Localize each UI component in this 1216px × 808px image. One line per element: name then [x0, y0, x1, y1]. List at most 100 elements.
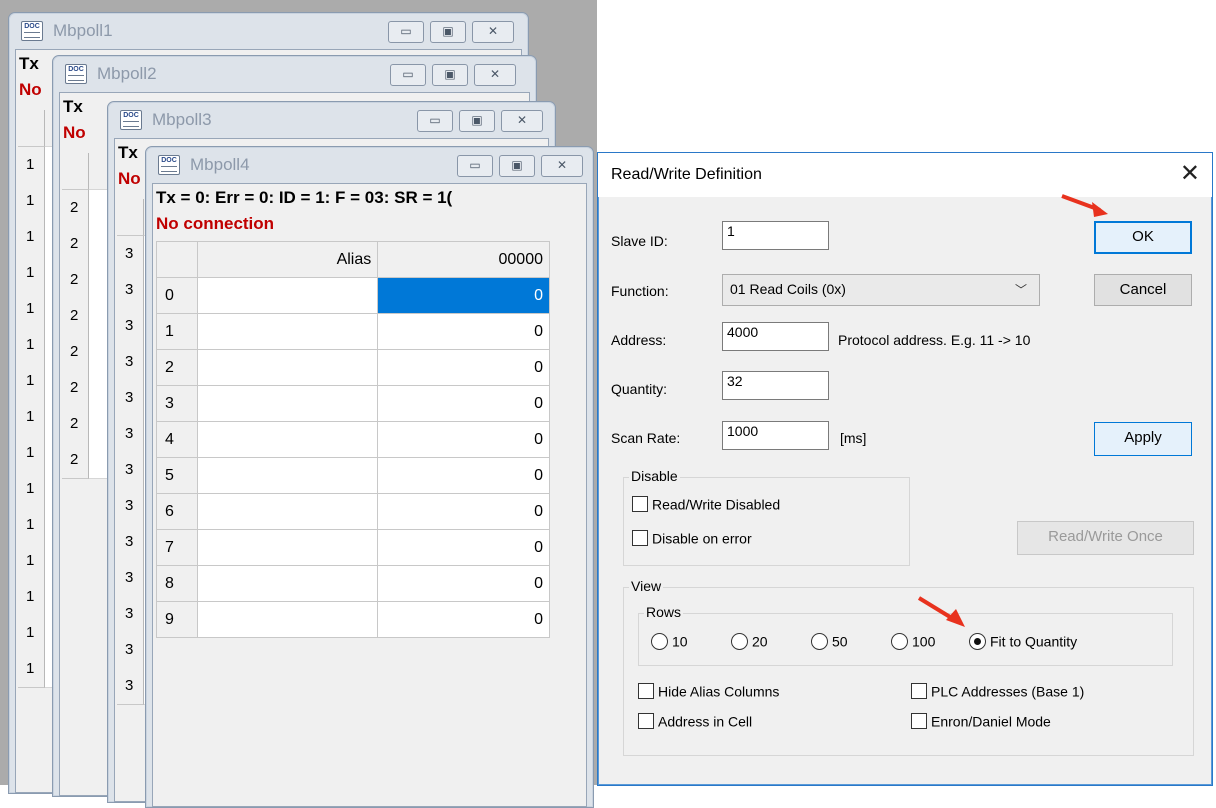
radio-label: 20: [752, 633, 768, 650]
maximize-icon[interactable]: ▣: [499, 155, 535, 177]
rows-radio-10[interactable]: 10: [651, 632, 688, 650]
value-cell[interactable]: 0: [377, 565, 550, 602]
maximize-icon[interactable]: ▣: [430, 21, 466, 43]
maximize-icon[interactable]: ▣: [459, 110, 495, 132]
row-number-cell: 3: [117, 380, 144, 417]
maximize-icon[interactable]: ▣: [432, 64, 468, 86]
row-index: 1: [156, 313, 198, 350]
value-cell[interactable]: 0: [377, 349, 550, 386]
status-line: Tx: [63, 97, 83, 116]
checkbox-box[interactable]: [632, 530, 648, 547]
cancel-button[interactable]: Cancel: [1094, 274, 1192, 306]
row-number: 2: [70, 343, 79, 360]
radio-circle-selected[interactable]: [969, 632, 986, 650]
checkbox-box[interactable]: [911, 683, 927, 700]
row-number-cell: 1: [18, 471, 45, 508]
value-column-header[interactable]: 00000: [377, 241, 550, 278]
row-number-cell: 2: [62, 298, 89, 335]
row-number: 2: [70, 379, 79, 396]
dialog-titlebar[interactable]: Read/Write Definition ✕: [598, 153, 1212, 197]
read-write-once-button[interactable]: Read/Write Once: [1017, 521, 1194, 555]
address-in-cell-checkbox[interactable]: Address in Cell: [638, 712, 752, 730]
minimize-icon[interactable]: ▭: [390, 64, 426, 86]
function-select[interactable]: 01 Read Coils (0x) ﹀: [722, 274, 1040, 306]
address-label: Address:: [611, 332, 667, 348]
mbpoll4-titlebar[interactable]: DOC Mbpoll4 ▭ ▣ ✕: [146, 147, 593, 183]
close-icon[interactable]: ✕: [472, 21, 514, 43]
value-cell[interactable]: 0: [377, 601, 550, 638]
table-row: 30: [156, 385, 550, 422]
close-icon[interactable]: ✕: [474, 64, 516, 86]
alias-cell[interactable]: [196, 493, 379, 530]
alias-cell[interactable]: [196, 601, 379, 638]
mbpoll1-titlebar[interactable]: DOC Mbpoll1 ▭ ▣ ✕: [9, 13, 528, 49]
table-row: 80: [156, 565, 550, 602]
rows-radio-50[interactable]: 50: [811, 632, 848, 650]
document-icon: DOC: [120, 110, 142, 130]
view-group: View Rows 10 20 50 100 Fit to Quantity H…: [623, 578, 1194, 756]
checkbox-box[interactable]: [632, 496, 648, 513]
row-number: 1: [26, 660, 35, 677]
alias-cell[interactable]: [196, 277, 379, 314]
minimize-icon[interactable]: ▭: [388, 21, 424, 43]
value-cell[interactable]: 0: [377, 385, 550, 422]
row-number: 3: [125, 497, 134, 514]
row-number: 1: [26, 480, 35, 497]
row-number-cell: 3: [117, 236, 144, 273]
checkbox-box[interactable]: [911, 713, 927, 730]
row-number: 1: [26, 444, 35, 461]
address-input[interactable]: 4000: [722, 322, 829, 351]
dialog-title: Read/Write Definition: [611, 166, 762, 183]
value-cell[interactable]: 0: [377, 421, 550, 458]
alias-cell[interactable]: [196, 313, 379, 350]
mbpoll4-window[interactable]: DOC Mbpoll4 ▭ ▣ ✕ Tx = 0: Err = 0: ID = …: [145, 146, 594, 808]
row-number-cell: 3: [117, 272, 144, 309]
alias-cell[interactable]: [196, 385, 379, 422]
alias-cell[interactable]: [196, 457, 379, 494]
slave-id-input[interactable]: 1: [722, 221, 829, 250]
mbpoll2-titlebar[interactable]: DOC Mbpoll2 ▭ ▣ ✕: [53, 56, 536, 92]
radio-circle[interactable]: [731, 632, 748, 650]
grid-header-cell: [62, 153, 89, 190]
rows-radio-fit-to-quantity[interactable]: Fit to Quantity: [969, 632, 1077, 650]
row-number: 2: [70, 415, 79, 432]
checkbox-box[interactable]: [638, 713, 654, 730]
value-cell[interactable]: 0: [377, 529, 550, 566]
mbpoll3-titlebar[interactable]: DOC Mbpoll3 ▭ ▣ ✕: [108, 102, 555, 138]
alias-cell[interactable]: [196, 529, 379, 566]
alias-cell[interactable]: [196, 565, 379, 602]
checkbox-label: Enron/Daniel Mode: [931, 713, 1051, 730]
table-row: 90: [156, 601, 550, 638]
read-write-definition-dialog: Read/Write Definition ✕ Slave ID: 1 Func…: [597, 152, 1213, 786]
alias-column-header[interactable]: Alias: [196, 241, 379, 278]
minimize-icon[interactable]: ▭: [457, 155, 493, 177]
close-icon[interactable]: ✕: [501, 110, 543, 132]
alias-cell[interactable]: [196, 349, 379, 386]
rows-radio-20[interactable]: 20: [731, 632, 768, 650]
value-cell[interactable]: 0: [377, 493, 550, 530]
radio-circle[interactable]: [651, 632, 668, 650]
read-write-disabled-checkbox[interactable]: Read/Write Disabled: [632, 495, 780, 513]
selected-value-cell[interactable]: 0: [377, 277, 550, 314]
apply-button[interactable]: Apply: [1094, 422, 1192, 456]
disable-on-error-checkbox[interactable]: Disable on error: [632, 529, 752, 547]
row-number-cell: 1: [18, 579, 45, 616]
radio-circle[interactable]: [811, 632, 828, 650]
radio-circle[interactable]: [891, 632, 908, 650]
row-number: 2: [70, 235, 79, 252]
enron-daniel-mode-checkbox[interactable]: Enron/Daniel Mode: [911, 712, 1051, 730]
minimize-icon[interactable]: ▭: [417, 110, 453, 132]
row-number: 3: [125, 605, 134, 622]
value-cell[interactable]: 0: [377, 457, 550, 494]
close-icon[interactable]: ✕: [541, 155, 583, 177]
close-icon[interactable]: ✕: [1180, 159, 1200, 188]
rows-radio-100[interactable]: 100: [891, 632, 935, 650]
checkbox-box[interactable]: [638, 683, 654, 700]
ok-button[interactable]: OK: [1094, 221, 1192, 254]
value-cell[interactable]: 0: [377, 313, 550, 350]
scan-rate-input[interactable]: 1000: [722, 421, 829, 450]
plc-addresses-checkbox[interactable]: PLC Addresses (Base 1): [911, 682, 1084, 700]
quantity-input[interactable]: 32: [722, 371, 829, 400]
hide-alias-columns-checkbox[interactable]: Hide Alias Columns: [638, 682, 779, 700]
alias-cell[interactable]: [196, 421, 379, 458]
